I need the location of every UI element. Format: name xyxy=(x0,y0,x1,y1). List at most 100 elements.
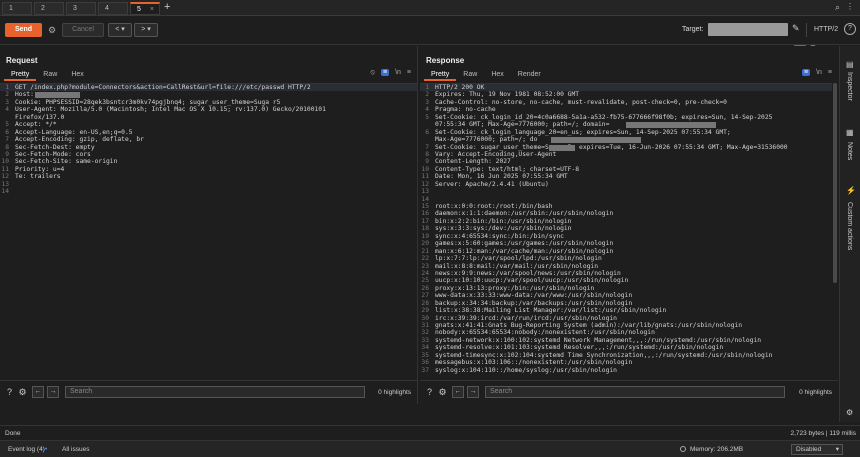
search-prev-arrow-icon[interactable]: ← xyxy=(452,386,464,398)
tab-response-pretty[interactable]: Pretty xyxy=(424,69,457,81)
repeater-tab-1[interactable]: 1 xyxy=(2,2,32,15)
history-back-button[interactable]: < ▾ xyxy=(108,23,132,37)
line-text: Host: xyxy=(15,91,34,99)
line-text: root:x:0:0:root:/root:/bin/bash xyxy=(435,203,553,210)
line-number: 7 xyxy=(425,143,429,151)
response-editor[interactable]: 1 HTTP/2 200 OK 2 Expires: Thu, 19 Nov 1981… xyxy=(420,83,838,380)
editor-line: 23 mail:x:8:8:mail:/var/mail:/usr/sbin/no… xyxy=(420,263,838,270)
editor-line: 6 Set-Cookie: ck_login_language_20=en_us;… xyxy=(420,129,838,136)
line-text: Vary: Accept-Encoding,User-Agent xyxy=(435,150,557,158)
response-scroll-thumb[interactable] xyxy=(833,83,837,283)
response-search-input[interactable]: Search xyxy=(485,386,785,398)
search-next-arrow-icon[interactable]: → xyxy=(467,386,479,398)
line-number: 25 xyxy=(421,277,429,285)
editor-line: 35 systemd-timesync:x:102:104:systemd Tim… xyxy=(420,352,838,359)
line-number: 19 xyxy=(421,232,429,240)
editor-line: 9 Content-Length: 2027 xyxy=(420,158,838,165)
sidebar-item-inspector[interactable]: Inspector xyxy=(846,72,853,101)
response-scrollbar[interactable] xyxy=(832,83,838,380)
editor-line: 21 man:x:6:12:man:/var/cache/man:/usr/sbi… xyxy=(420,248,838,255)
editor-line: 12 Te: trailers xyxy=(0,173,417,180)
help-button[interactable]: ? xyxy=(844,23,856,35)
line-text: Date: Mon, 16 Jun 2025 07:55:34 GMT xyxy=(435,173,568,181)
redacted-value xyxy=(549,144,575,151)
newline-icon[interactable]: \n xyxy=(395,69,401,76)
send-button[interactable]: Send xyxy=(5,23,42,37)
search-icon[interactable]: ⌕ xyxy=(835,2,840,13)
request-status: Done xyxy=(5,430,21,437)
tab-response-render[interactable]: Render xyxy=(511,69,548,81)
request-search-input[interactable]: Search xyxy=(65,386,365,398)
line-number: 35 xyxy=(421,351,429,359)
custom-actions-icon[interactable]: ⚡ xyxy=(846,186,856,195)
editor-line: Firefox/137.0 xyxy=(0,114,417,121)
line-text: www-data:x:33:33:www-data:/var/www:/usr/… xyxy=(435,292,633,300)
editor-line: 20 games:x:5:60:games:/usr/games:/usr/sbi… xyxy=(420,240,838,247)
editor-menu-icon[interactable]: ≡ xyxy=(828,69,832,76)
wrap-lines-icon[interactable]: ≡ xyxy=(801,69,811,76)
all-issues-link[interactable]: All issues xyxy=(62,446,89,453)
line-number: 16 xyxy=(421,210,429,218)
line-text: mail:x:8:8:mail:/var/mail:/usr/sbin/nolo… xyxy=(435,262,599,270)
add-tab-button[interactable]: + xyxy=(164,1,170,13)
line-text: backup:x:34:34:backup:/var/backups:/usr/… xyxy=(435,299,633,307)
sidebar-item-notes[interactable]: Notes xyxy=(846,142,853,160)
line-number: 28 xyxy=(421,299,429,307)
protocol-label[interactable]: HTTP/2 xyxy=(814,26,838,33)
cancel-button[interactable]: Cancel xyxy=(62,23,104,37)
line-text: irc:x:39:39:ircd:/var/run/ircd:/usr/sbin… xyxy=(435,314,617,322)
editor-line: 13 xyxy=(420,188,838,195)
settings-gear-icon[interactable]: ⚙ xyxy=(846,408,853,417)
repeater-tab-3[interactable]: 3 xyxy=(66,2,96,15)
tab-request-hex[interactable]: Hex xyxy=(64,69,90,81)
event-log-label: Event log (4) xyxy=(8,446,45,453)
line-number: 37 xyxy=(421,366,429,374)
line-text: Priority: u=4 xyxy=(15,165,65,173)
search-settings-gear-icon[interactable]: ⚙ xyxy=(437,387,448,398)
line-text: Content-Length: 2027 xyxy=(435,158,511,166)
inspector-icon[interactable]: ▤ xyxy=(846,60,854,69)
line-text: Cache-Control: no-store, no-cache, must-… xyxy=(435,98,727,106)
hide-nonprintable-icon[interactable]: ⦸ xyxy=(370,69,375,77)
edit-target-pencil-icon[interactable]: ✎ xyxy=(792,23,800,34)
line-text: Sec-Fetch-Mode: cors xyxy=(15,150,91,158)
wrap-lines-icon[interactable]: ≡ xyxy=(380,69,390,76)
tab-label: 4 xyxy=(105,5,109,12)
tab-response-raw[interactable]: Raw xyxy=(456,69,484,81)
repeater-tab-5[interactable]: 5 × xyxy=(130,2,160,15)
editor-line: 16 daemon:x:1:1:daemon:/usr/sbin:/usr/sbi… xyxy=(420,210,838,217)
search-prev-arrow-icon[interactable]: ← xyxy=(32,386,44,398)
tab-request-pretty[interactable]: Pretty xyxy=(4,69,37,81)
ai-disabled-dropdown[interactable]: Disabled ▾ xyxy=(791,444,843,455)
editor-line: 15 root:x:0:0:root:/root:/bin/bash xyxy=(420,203,838,210)
line-text: proxy:x:13:13:proxy:/bin:/usr/sbin/nolog… xyxy=(435,284,595,292)
repeater-tab-2[interactable]: 2 xyxy=(34,2,64,15)
request-editor[interactable]: 1 GET /index.php?module=Connectors&action… xyxy=(0,83,417,380)
repeater-tab-4[interactable]: 4 xyxy=(98,2,128,15)
editor-line: 29 list:x:38:38:Mailing List Manager:/var… xyxy=(420,307,838,314)
editor-line: 6 Accept-Language: en-US,en;q=0.5 xyxy=(0,129,417,136)
request-view-tabs: Pretty Raw Hex xyxy=(4,69,91,81)
tab-response-hex[interactable]: Hex xyxy=(484,69,510,81)
editor-line: 4 User-Agent: Mozilla/5.0 (Macintosh; Int… xyxy=(0,106,417,113)
newline-icon[interactable]: \n xyxy=(816,69,822,76)
request-editor-tools: ⦸ ≡ \n ≡ xyxy=(364,69,411,77)
line-text: daemon:x:1:1:daemon:/usr/sbin:/usr/sbin/… xyxy=(435,210,614,218)
more-options-icon[interactable]: ⋮ xyxy=(846,2,854,11)
editor-menu-icon[interactable]: ≡ xyxy=(407,69,411,76)
sidebar-item-custom-actions[interactable]: Custom actions xyxy=(846,202,853,250)
line-number: 11 xyxy=(1,165,9,173)
search-next-arrow-icon[interactable]: → xyxy=(47,386,59,398)
tab-request-raw[interactable]: Raw xyxy=(36,69,64,81)
notes-icon[interactable]: ▦ xyxy=(846,128,854,137)
close-tab-icon[interactable]: × xyxy=(150,4,154,15)
help-icon[interactable]: ? xyxy=(424,387,435,398)
line-number: 6 xyxy=(425,128,429,136)
history-forward-button[interactable]: > ▾ xyxy=(134,23,158,37)
search-settings-gear-icon[interactable]: ⚙ xyxy=(17,387,28,398)
redacted-value xyxy=(35,92,80,99)
send-settings-gear-icon[interactable]: ⚙ xyxy=(46,23,58,37)
event-log-link[interactable]: Event log (4)• xyxy=(8,446,47,453)
help-icon[interactable]: ? xyxy=(4,387,15,398)
response-title: Response xyxy=(426,56,465,65)
